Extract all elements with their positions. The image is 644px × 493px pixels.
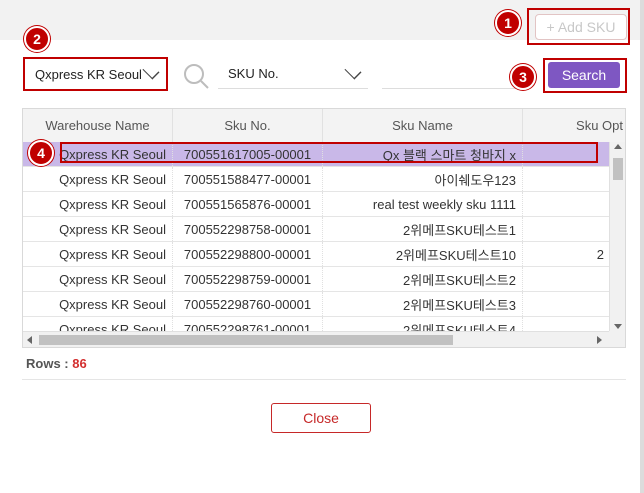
cell-sku-opt bbox=[523, 217, 611, 241]
horizontal-scrollbar[interactable] bbox=[23, 331, 611, 347]
cell-sku-opt bbox=[523, 192, 611, 216]
cell-sku-opt bbox=[523, 317, 611, 331]
table-row[interactable]: Qxpress KR Seoul 700552298800-00001 2위메프… bbox=[23, 242, 611, 267]
rows-count: 86 bbox=[72, 356, 87, 371]
scrollbar-corner bbox=[609, 331, 625, 347]
cell-sku-name: real test weekly sku 1111 bbox=[323, 192, 523, 216]
cell-sku-name: 2위메프SKU테스트3 bbox=[323, 292, 523, 316]
step-badge-1: 1 bbox=[495, 10, 521, 36]
table-row[interactable]: Qxpress KR Seoul 700552298761-00001 2위메프… bbox=[23, 317, 611, 331]
horizontal-scroll-thumb[interactable] bbox=[39, 335, 453, 345]
selected-row-highlight bbox=[60, 142, 598, 163]
close-button[interactable]: Close bbox=[271, 403, 371, 433]
scroll-up-icon[interactable] bbox=[614, 144, 622, 149]
rows-label: Rows : bbox=[26, 356, 73, 371]
step-badge-2: 2 bbox=[24, 26, 50, 52]
cell-warehouse: Qxpress KR Seoul bbox=[23, 292, 173, 316]
search-type-value: SKU No. bbox=[228, 66, 279, 81]
scroll-left-icon[interactable] bbox=[27, 336, 32, 344]
column-header[interactable]: Sku Opt bbox=[523, 109, 625, 142]
cell-sku-no: 700552298800-00001 bbox=[173, 242, 323, 266]
cell-warehouse: Qxpress KR Seoul bbox=[23, 242, 173, 266]
cell-sku-no: 700552298759-00001 bbox=[173, 267, 323, 291]
cell-sku-no: 700551565876-00001 bbox=[173, 192, 323, 216]
cell-sku-no: 700551588477-00001 bbox=[173, 167, 323, 191]
cell-sku-opt bbox=[523, 167, 611, 191]
cell-sku-opt bbox=[523, 292, 611, 316]
page-edge bbox=[640, 0, 644, 493]
cell-sku-name: 아이쉐도우123 bbox=[323, 167, 523, 191]
cell-sku-opt bbox=[523, 267, 611, 291]
vertical-scrollbar[interactable] bbox=[609, 142, 625, 331]
search-button[interactable]: Search bbox=[548, 62, 620, 88]
scroll-right-icon[interactable] bbox=[597, 336, 602, 344]
sku-search-modal: + Add SKU 1 2 Qxpress KR Seoul SKU No. 3… bbox=[0, 0, 640, 493]
cell-sku-name: 2위메프SKU테스트10 bbox=[323, 242, 523, 266]
search-type-select[interactable]: SKU No. bbox=[218, 59, 368, 89]
step-badge-4: 4 bbox=[28, 140, 54, 166]
table-row[interactable]: Qxpress KR Seoul 700552298758-00001 2위메프… bbox=[23, 217, 611, 242]
column-header[interactable]: Sku No. bbox=[173, 109, 323, 142]
grid-header: Warehouse Name Sku No. Sku Name Sku Opt bbox=[23, 109, 625, 143]
cell-warehouse: Qxpress KR Seoul bbox=[23, 267, 173, 291]
cell-sku-opt: 2 bbox=[523, 242, 611, 266]
cell-warehouse: Qxpress KR Seoul bbox=[23, 192, 173, 216]
table-row[interactable]: Qxpress KR Seoul 700551565876-00001 real… bbox=[23, 192, 611, 217]
search-icon[interactable] bbox=[182, 62, 210, 90]
chevron-down-icon bbox=[344, 62, 362, 79]
cell-warehouse: Qxpress KR Seoul bbox=[23, 317, 173, 331]
table-row[interactable]: Qxpress KR Seoul 700551588477-00001 아이쉐도… bbox=[23, 167, 611, 192]
cell-sku-no: 700552298760-00001 bbox=[173, 292, 323, 316]
step-badge-3: 3 bbox=[510, 64, 536, 90]
table-row[interactable]: Qxpress KR Seoul 700552298760-00001 2위메프… bbox=[23, 292, 611, 317]
cell-sku-name: 2위메프SKU테스트2 bbox=[323, 267, 523, 291]
cell-sku-no: 700552298758-00001 bbox=[173, 217, 323, 241]
column-header[interactable]: Warehouse Name bbox=[23, 109, 173, 142]
cell-sku-name: 2위메프SKU테스트4 bbox=[323, 317, 523, 331]
cell-sku-name: 2위메프SKU테스트1 bbox=[323, 217, 523, 241]
cell-warehouse: Qxpress KR Seoul bbox=[23, 217, 173, 241]
scroll-down-icon[interactable] bbox=[614, 324, 622, 329]
search-input[interactable] bbox=[382, 59, 522, 89]
warehouse-select-value: Qxpress KR Seoul bbox=[35, 66, 142, 82]
chevron-down-icon bbox=[142, 62, 160, 80]
column-header[interactable]: Sku Name bbox=[323, 109, 523, 142]
table-row[interactable]: Qxpress KR Seoul 700552298759-00001 2위메프… bbox=[23, 267, 611, 292]
cell-sku-no: 700552298761-00001 bbox=[173, 317, 323, 331]
grid-footer: Rows : 86 bbox=[22, 348, 626, 380]
cell-warehouse: Qxpress KR Seoul bbox=[23, 167, 173, 191]
vertical-scroll-thumb[interactable] bbox=[613, 158, 623, 180]
add-sku-button[interactable]: + Add SKU bbox=[535, 14, 627, 40]
rows-count-label: Rows : 86 bbox=[26, 356, 87, 371]
warehouse-select[interactable]: Qxpress KR Seoul bbox=[25, 59, 166, 89]
